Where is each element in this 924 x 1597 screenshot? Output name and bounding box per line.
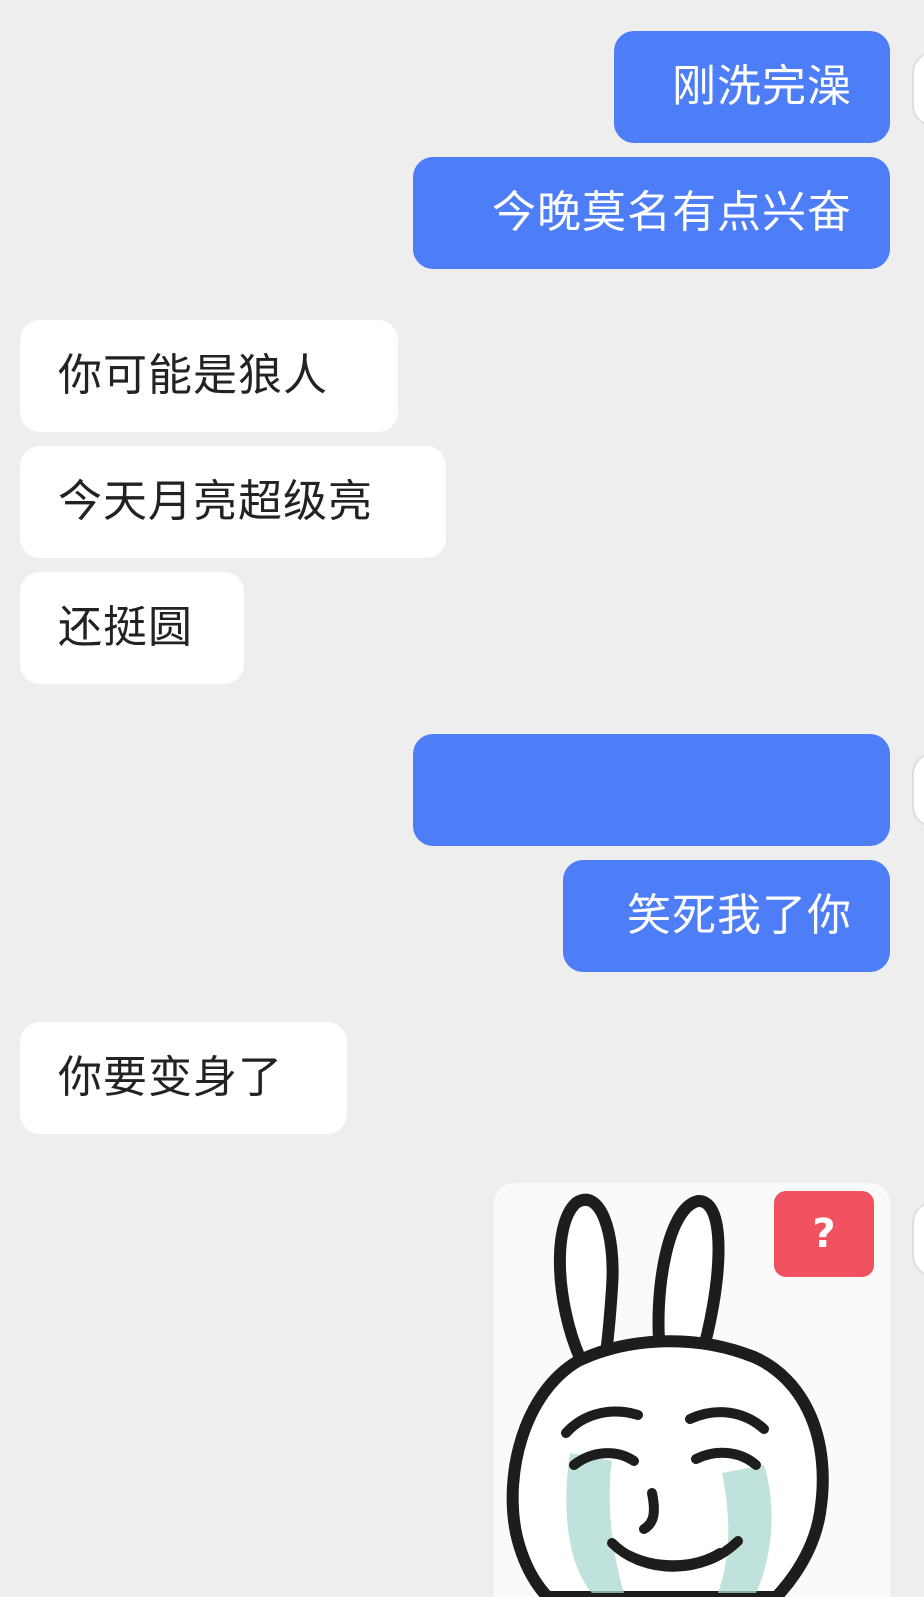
avatar[interactable]: [912, 51, 924, 127]
message-bubble-incoming[interactable]: 你要变身了: [20, 1022, 347, 1134]
message-text: 你要变身了: [58, 1052, 283, 1103]
message-bubble-incoming[interactable]: 你可能是狼人: [20, 320, 398, 432]
message-text: 你可能是狼人: [58, 350, 328, 401]
chat-thread: 刚洗完澡 今晚莫名有点兴奋 你可能是狼人 今天月亮超级亮 还挺圆 笑死我了你 你…: [0, 0, 924, 1597]
avatar[interactable]: [912, 752, 924, 828]
message-bubble-incoming[interactable]: 今天月亮超级亮: [20, 446, 446, 558]
message-text: 还挺圆: [58, 602, 193, 653]
sticker-message[interactable]: ?: [494, 1183, 890, 1597]
message-bubble-outgoing-redacted[interactable]: [413, 734, 890, 846]
message-text: 今晚莫名有点兴奋: [492, 187, 852, 238]
message-text: 刚洗完澡: [672, 61, 852, 112]
unknown-sticker-badge: ?: [774, 1191, 874, 1277]
message-bubble-outgoing[interactable]: 刚洗完澡: [614, 31, 890, 143]
message-bubble-outgoing[interactable]: 今晚莫名有点兴奋: [413, 157, 890, 269]
message-text: 今天月亮超级亮: [58, 476, 373, 527]
message-bubble-outgoing[interactable]: 笑死我了你: [563, 860, 890, 972]
avatar[interactable]: [912, 1201, 924, 1277]
message-bubble-incoming[interactable]: 还挺圆: [20, 572, 244, 684]
message-text: 笑死我了你: [627, 890, 852, 941]
question-mark-icon: ?: [812, 1211, 836, 1257]
